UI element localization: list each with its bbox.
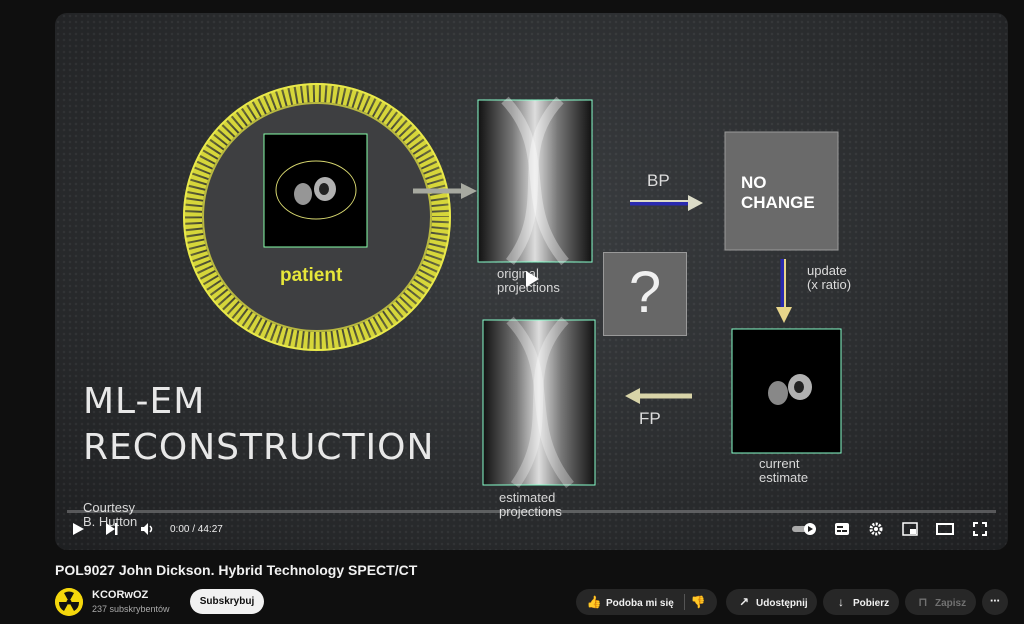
slide-no-change-label: NO CHANGE — [741, 173, 815, 212]
center-play-icon[interactable] — [526, 271, 539, 287]
like-button[interactable]: 👍 Podoba mi się — [586, 589, 674, 617]
subscribe-button[interactable]: Subskrybuj — [190, 589, 264, 614]
dislike-button[interactable]: 👎 — [690, 589, 710, 617]
slide-fp-label: FP — [639, 409, 661, 428]
slide-current-estimate-label: current estimate — [759, 456, 809, 485]
gear-icon[interactable] — [869, 522, 883, 536]
theater-icon[interactable] — [936, 522, 954, 536]
share-icon: ↗ — [738, 595, 750, 609]
slide-patient-label: patient — [280, 265, 343, 286]
volume-icon[interactable] — [140, 522, 156, 536]
thumbs-up-icon: 👍 — [586, 595, 602, 609]
slide-bp-label: BP — [647, 171, 670, 190]
download-icon: ↓ — [838, 595, 844, 609]
slide-title-line1: ML-EM — [83, 381, 206, 422]
more-icon: ⋯ — [990, 596, 1000, 607]
subtitles-icon[interactable] — [834, 522, 850, 536]
player-controls: 0:00 / 44:27 — [55, 510, 1008, 550]
time-display: 0:00 / 44:27 — [170, 524, 223, 535]
slide-question-box: ? — [603, 252, 687, 336]
miniplayer-icon[interactable] — [902, 522, 918, 536]
channel-avatar[interactable] — [55, 588, 83, 616]
fullscreen-icon[interactable] — [973, 522, 987, 536]
video-title: POL9027 John Dickson. Hybrid Technology … — [55, 562, 418, 578]
slide-title-line2: RECONSTRUCTION — [83, 427, 435, 468]
like-dislike-group: 👍 Podoba mi się 👎 — [576, 589, 717, 615]
download-button[interactable]: ↓ Pobierz — [823, 589, 899, 615]
like-separator — [684, 594, 685, 610]
radiation-icon — [55, 588, 83, 616]
more-button[interactable]: ⋯ — [982, 589, 1008, 615]
channel-name[interactable]: KCORwOZ — [92, 589, 148, 601]
save-button[interactable]: ⊓ Zapisz — [905, 589, 976, 615]
progress-bar[interactable] — [67, 510, 996, 513]
play-icon[interactable] — [71, 522, 85, 536]
thumbs-down-icon: 👎 — [690, 595, 706, 609]
slide-update-label: update (x ratio) — [807, 263, 852, 292]
bookmark-icon: ⊓ — [918, 595, 928, 609]
video-player[interactable]: ML-EM RECONSTRUCTION Courtesy B. Hutton … — [55, 13, 1008, 550]
autoplay-toggle-icon[interactable] — [791, 522, 817, 536]
subscriber-count: 237 subskrybentów — [92, 604, 170, 614]
next-icon[interactable] — [105, 522, 119, 536]
share-button[interactable]: ↗ Udostępnij — [726, 589, 817, 615]
